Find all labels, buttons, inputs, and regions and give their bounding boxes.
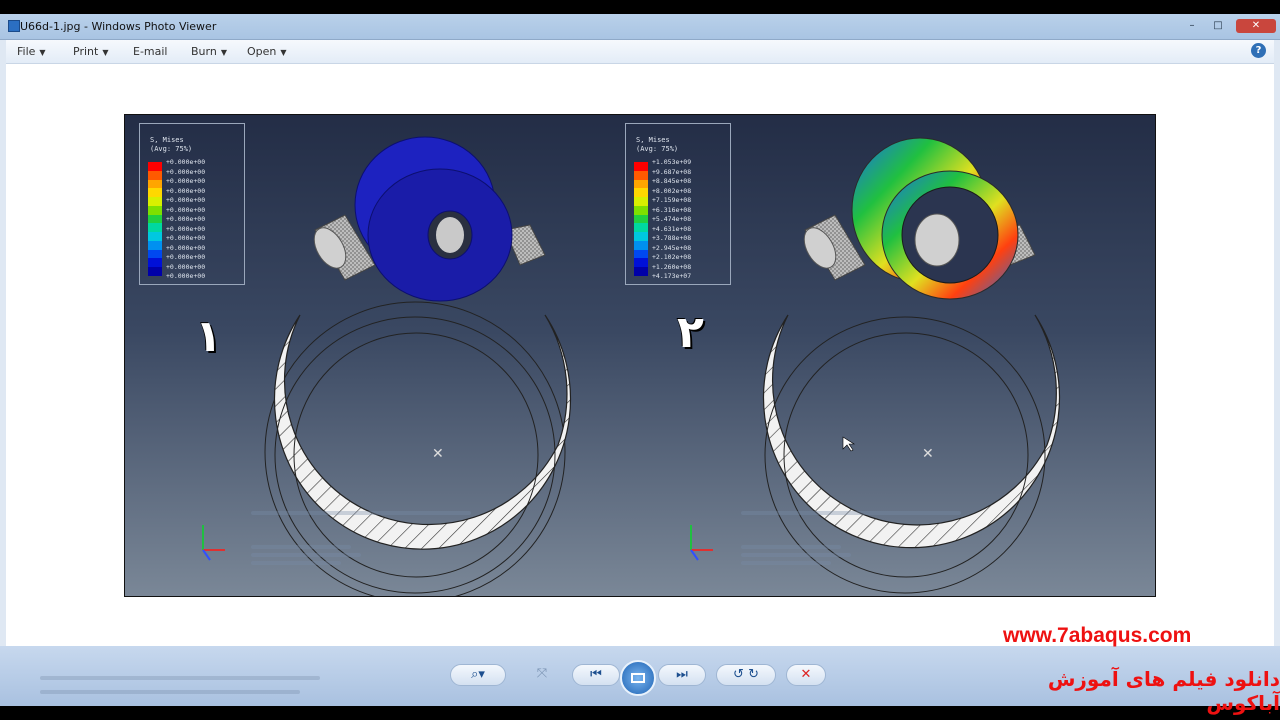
watermark-persian: دانلود فیلم های آموزش آباکوس — [1047, 667, 1280, 715]
menu-file[interactable]: File ▼ — [17, 45, 46, 58]
watermark-url: www.7abaqus.com — [1003, 624, 1192, 647]
status-text — [251, 561, 341, 565]
menu-print[interactable]: Print ▼ — [73, 45, 108, 58]
status-text — [251, 553, 361, 557]
right-model: ✕ — [762, 137, 1061, 594]
slideshow-button[interactable] — [620, 660, 656, 696]
magnifier-icon: ⌕▾ — [471, 667, 485, 682]
status-text — [741, 545, 841, 549]
maximize-button[interactable]: □ — [1210, 19, 1226, 33]
chevron-down-icon: ▼ — [280, 48, 287, 57]
menu-bar: File ▼ Print ▼ E-mail Burn ▼ Open ▼ ? — [6, 40, 1274, 64]
axis-triad-right — [690, 525, 713, 561]
status-text — [741, 511, 961, 515]
window-title: U66d-1.jpg - Windows Photo Viewer — [20, 20, 217, 33]
displayed-photo: S, Mises (Avg: 75%) +0.000e+00 +0.000e+00… — [124, 114, 1156, 597]
status-text — [251, 545, 351, 549]
status-text — [251, 511, 471, 515]
fea-models-graphic: ✕ ✕ — [202, 136, 1061, 596]
slideshow-icon — [631, 673, 645, 683]
status-text — [741, 553, 851, 557]
title-bar: U66d-1.jpg - Windows Photo Viewer – □ ✕ — [0, 14, 1280, 40]
next-button[interactable]: ⏭ — [658, 664, 706, 686]
help-icon[interactable]: ? — [1251, 43, 1266, 58]
left-model: ✕ — [264, 136, 572, 596]
menu-burn[interactable]: Burn ▼ — [191, 45, 227, 58]
svg-text:✕: ✕ — [922, 446, 934, 462]
svg-text:✕: ✕ — [432, 446, 444, 462]
delete-button[interactable]: ✕ — [786, 664, 826, 686]
chevron-down-icon: ▼ — [102, 48, 109, 57]
menu-email[interactable]: E-mail — [133, 45, 168, 58]
previous-button[interactable]: ⏮ — [572, 664, 620, 686]
zoom-button[interactable]: ⌕▾ — [450, 664, 506, 686]
photo-viewer-icon — [8, 20, 20, 32]
background-blur — [40, 690, 300, 694]
background-blur — [40, 676, 320, 680]
rotate-ccw-icon[interactable]: ↺ — [733, 667, 744, 682]
fit-button[interactable]: ⤧ — [514, 664, 570, 686]
image-viewport: S, Mises (Avg: 75%) +0.000e+00 +0.000e+00… — [6, 64, 1274, 646]
rotate-buttons[interactable]: ↺ ↻ — [716, 664, 776, 686]
next-icon: ⏭ — [676, 667, 688, 682]
previous-icon: ⏮ — [590, 667, 602, 682]
axis-triad-left — [202, 525, 225, 561]
delete-icon: ✕ — [800, 667, 812, 682]
chevron-down-icon: ▼ — [39, 48, 46, 57]
minimize-button[interactable]: – — [1184, 19, 1200, 33]
close-button[interactable]: ✕ — [1236, 19, 1276, 33]
photo-viewer-window: U66d-1.jpg - Windows Photo Viewer – □ ✕ … — [0, 14, 1280, 706]
playback-controls: ⌕▾ ⤧ ⏮ ⏭ ↺ ↻ ✕ — [450, 660, 828, 696]
status-text — [741, 561, 831, 565]
chevron-down-icon: ▼ — [220, 48, 227, 57]
rotate-cw-icon[interactable]: ↻ — [748, 667, 759, 682]
menu-open[interactable]: Open ▼ — [247, 45, 287, 58]
